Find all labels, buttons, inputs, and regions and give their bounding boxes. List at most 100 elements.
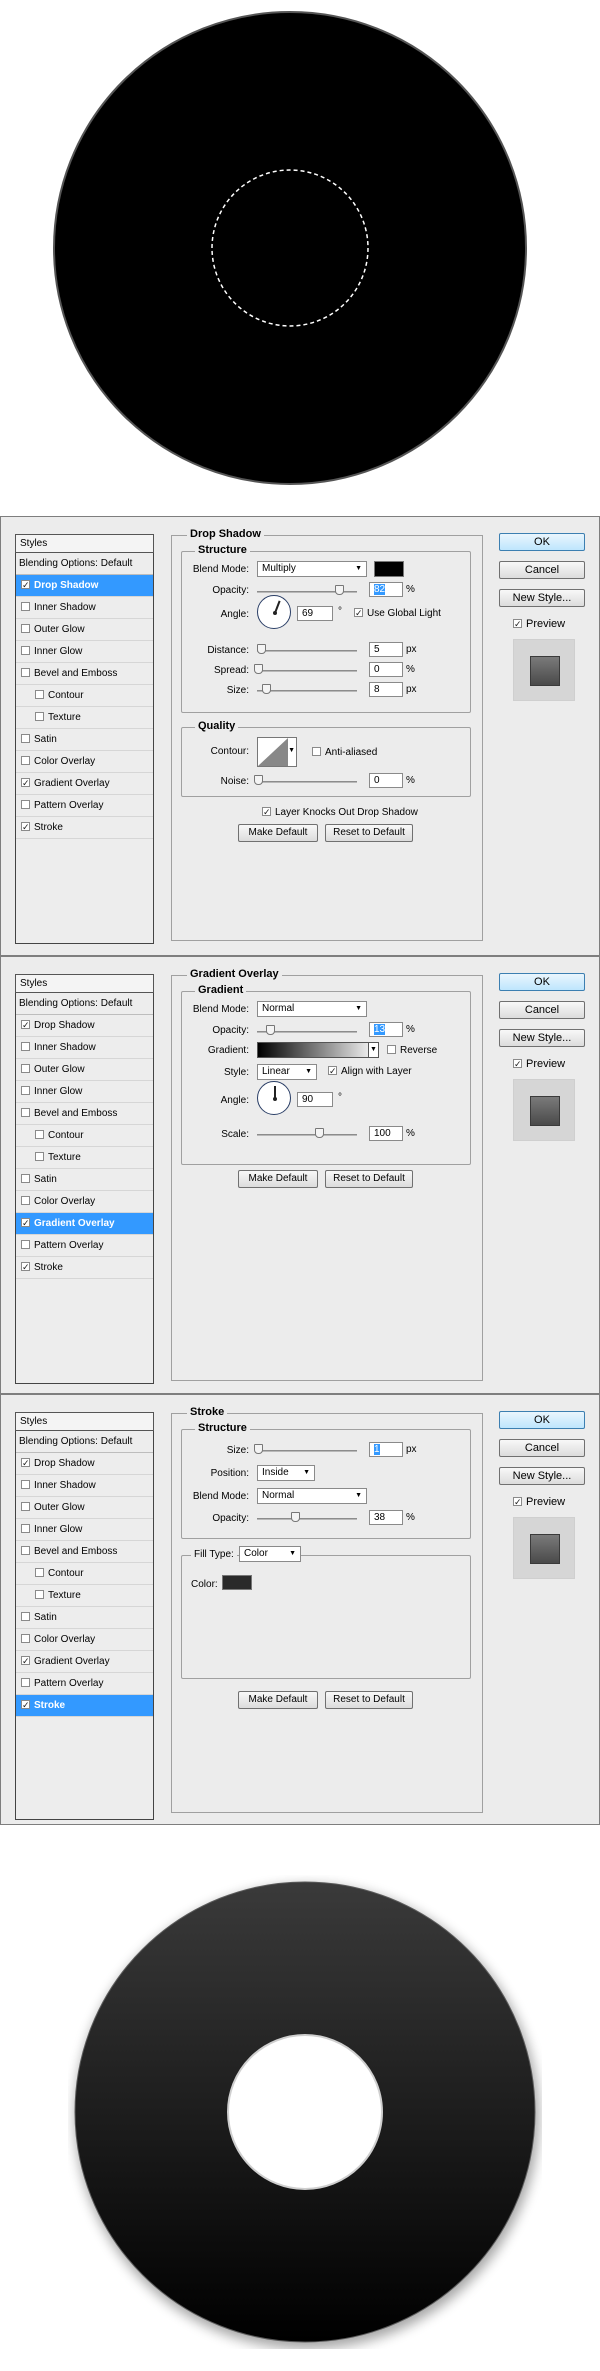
size-field[interactable]: 8 [369,682,403,697]
checkbox[interactable] [21,1195,30,1205]
spread-slider[interactable] [257,670,357,672]
checkbox[interactable] [21,799,30,809]
opacity-slider[interactable] [257,1518,357,1520]
reset-to-default-button[interactable]: Reset to Default [325,1691,413,1709]
opacity-slider-thumb[interactable] [291,1512,300,1522]
checkbox[interactable] [35,1129,44,1139]
distance-slider[interactable] [257,650,357,652]
scale-slider[interactable] [257,1134,357,1136]
new-style-button[interactable]: New Style... [499,1029,585,1047]
checkbox[interactable] [21,601,30,611]
blend-mode-select[interactable]: Normal ▼ [257,1488,367,1504]
checkbox[interactable] [21,645,30,655]
checkbox[interactable] [513,618,522,628]
style-satin[interactable]: Satin [16,729,153,751]
size-slider-thumb[interactable] [254,1444,263,1454]
make-default-button[interactable]: Make Default [238,1170,318,1188]
checkbox[interactable] [21,1239,30,1249]
style-inner-glow[interactable]: Inner Glow [16,1081,153,1103]
noise-slider-thumb[interactable] [254,775,263,785]
style-select[interactable]: Linear ▼ [257,1064,317,1080]
size-slider-thumb[interactable] [262,684,271,694]
checkbox[interactable] [21,1699,30,1709]
ok-button[interactable]: OK [499,1411,585,1429]
new-style-button[interactable]: New Style... [499,1467,585,1485]
angle-dial[interactable] [257,595,291,629]
style-pattern-overlay[interactable]: Pattern Overlay [16,1235,153,1257]
style-texture[interactable]: Texture [16,707,153,729]
checkbox[interactable] [328,1065,337,1075]
gradient-picker[interactable]: ▼ [257,1042,379,1058]
checkbox[interactable] [21,821,30,831]
opacity-field[interactable]: 38 [369,1510,403,1525]
checkbox[interactable] [513,1496,522,1506]
cancel-button[interactable]: Cancel [499,1439,585,1457]
style-satin[interactable]: Satin [16,1169,153,1191]
checkbox[interactable] [21,1063,30,1073]
shadow-color-swatch[interactable] [374,561,404,577]
style-color-overlay[interactable]: Color Overlay [16,1191,153,1213]
style-contour[interactable]: Contour [16,685,153,707]
angle-field[interactable]: 69 [297,606,333,621]
checkbox[interactable] [21,1173,30,1183]
checkbox[interactable] [21,579,30,589]
style-inner-shadow[interactable]: Inner Shadow [16,1037,153,1059]
style-inner-shadow[interactable]: Inner Shadow [16,1475,153,1497]
style-texture[interactable]: Texture [16,1147,153,1169]
style-inner-shadow[interactable]: Inner Shadow [16,597,153,619]
checkbox[interactable] [21,1085,30,1095]
style-stroke[interactable]: Stroke [16,1257,153,1279]
style-gradient-overlay[interactable]: Gradient Overlay [16,773,153,795]
checkbox[interactable] [21,623,30,633]
style-pattern-overlay[interactable]: Pattern Overlay [16,795,153,817]
checkbox[interactable] [21,1655,30,1665]
checkbox[interactable] [21,1611,30,1621]
checkbox[interactable] [21,1457,30,1467]
scale-slider-thumb[interactable] [315,1128,324,1138]
style-inner-glow[interactable]: Inner Glow [16,641,153,663]
use-global-light-checkbox[interactable]: Use Global Light [354,607,441,619]
checkbox[interactable] [21,1041,30,1051]
checkbox[interactable] [21,667,30,677]
style-drop-shadow[interactable]: Drop Shadow [16,1453,153,1475]
style-stroke[interactable]: Stroke [16,1695,153,1717]
checkbox[interactable] [21,1261,30,1271]
checkbox[interactable] [21,1633,30,1643]
cancel-button[interactable]: Cancel [499,1001,585,1019]
style-inner-glow[interactable]: Inner Glow [16,1519,153,1541]
stroke-color-swatch[interactable] [222,1575,252,1590]
opacity-slider-thumb[interactable] [266,1025,275,1035]
checkbox[interactable] [35,1589,44,1599]
reset-to-default-button[interactable]: Reset to Default [325,824,413,842]
checkbox[interactable] [21,755,30,765]
checkbox[interactable] [262,806,271,816]
style-bevel-emboss[interactable]: Bevel and Emboss [16,1103,153,1125]
checkbox[interactable] [35,1151,44,1161]
fill-type-select[interactable]: Color ▼ [239,1546,301,1562]
angle-dial[interactable] [257,1081,291,1115]
noise-field[interactable]: 0 [369,773,403,788]
checkbox[interactable] [35,689,44,699]
style-color-overlay[interactable]: Color Overlay [16,751,153,773]
checkbox[interactable] [21,1217,30,1227]
position-select[interactable]: Inside ▼ [257,1465,315,1481]
style-color-overlay[interactable]: Color Overlay [16,1629,153,1651]
cancel-button[interactable]: Cancel [499,561,585,579]
blend-mode-select[interactable]: Normal ▼ [257,1001,367,1017]
checkbox[interactable] [21,1501,30,1511]
style-satin[interactable]: Satin [16,1607,153,1629]
spread-slider-thumb[interactable] [254,664,263,674]
checkbox[interactable] [21,1019,30,1029]
checkbox[interactable] [21,777,30,787]
ok-button[interactable]: OK [499,533,585,551]
opacity-field[interactable]: 82 [369,582,403,597]
checkbox[interactable] [21,733,30,743]
size-field[interactable]: 1 [369,1442,403,1457]
style-stroke[interactable]: Stroke [16,817,153,839]
blending-options[interactable]: Blending Options: Default [16,1431,153,1453]
checkbox[interactable] [21,1523,30,1533]
style-bevel-emboss[interactable]: Bevel and Emboss [16,663,153,685]
style-gradient-overlay[interactable]: Gradient Overlay [16,1213,153,1235]
checkbox[interactable] [354,607,363,617]
checkbox[interactable] [21,1545,30,1555]
